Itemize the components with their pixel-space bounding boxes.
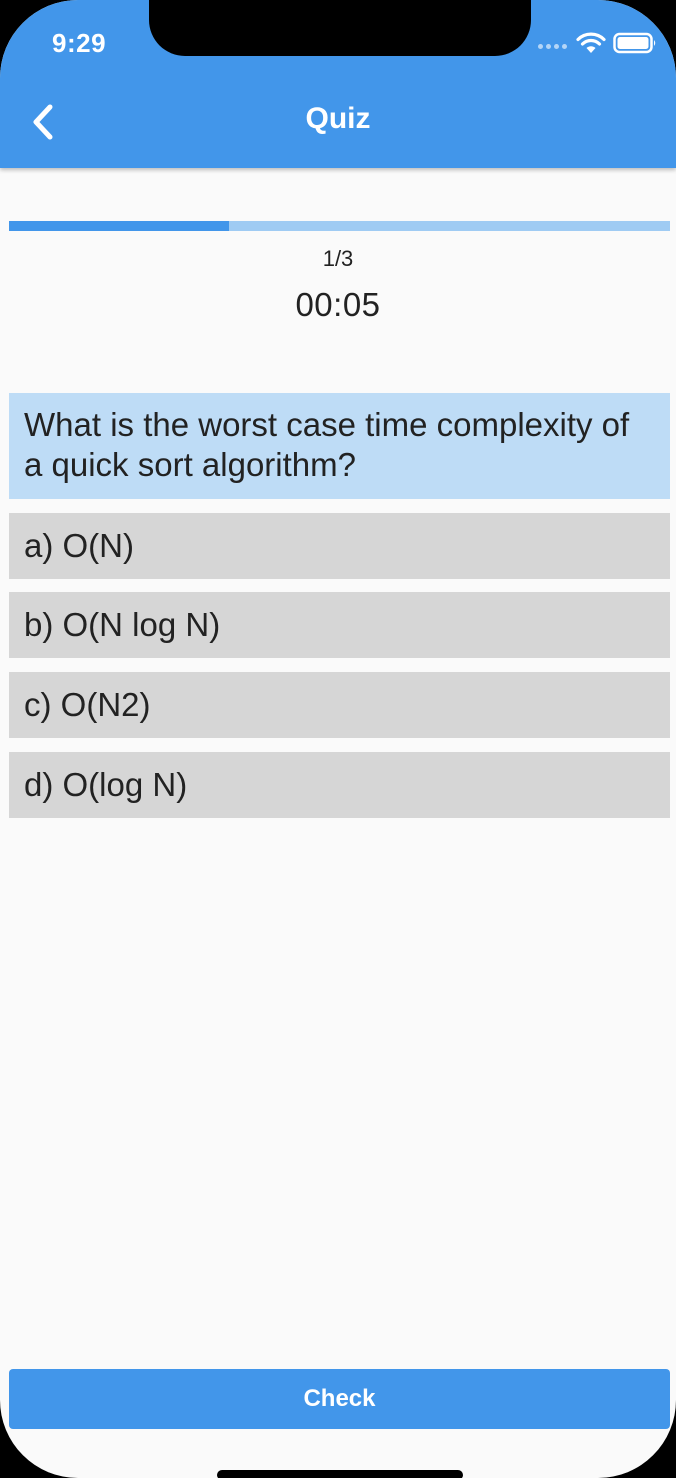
option-b[interactable]: b) O(N log N) [9, 592, 670, 658]
option-d[interactable]: d) O(log N) [9, 752, 670, 818]
notch [149, 0, 531, 56]
progress-bar [9, 221, 670, 231]
progress-fill [9, 221, 230, 231]
question-text: What is the worst case time complexity o… [9, 393, 670, 499]
question-counter: 1/3 [322, 246, 354, 271]
check-button[interactable]: Check [9, 1369, 670, 1429]
signal-icon [538, 44, 567, 49]
option-a[interactable]: a) O(N) [9, 513, 670, 579]
timer: 00:05 [295, 286, 381, 323]
home-indicator [217, 1470, 463, 1478]
option-c[interactable]: c) O(N2) [9, 672, 670, 738]
status-time: 9:29 [52, 28, 107, 58]
wifi-icon [576, 32, 606, 53]
page-title: Quiz [305, 102, 371, 135]
battery-icon [613, 32, 656, 54]
app-bar: 9:29 Quiz [0, 0, 676, 168]
phone-screen: 9:29 Quiz 1/3 00:05 What is the worst ca… [0, 0, 676, 1478]
